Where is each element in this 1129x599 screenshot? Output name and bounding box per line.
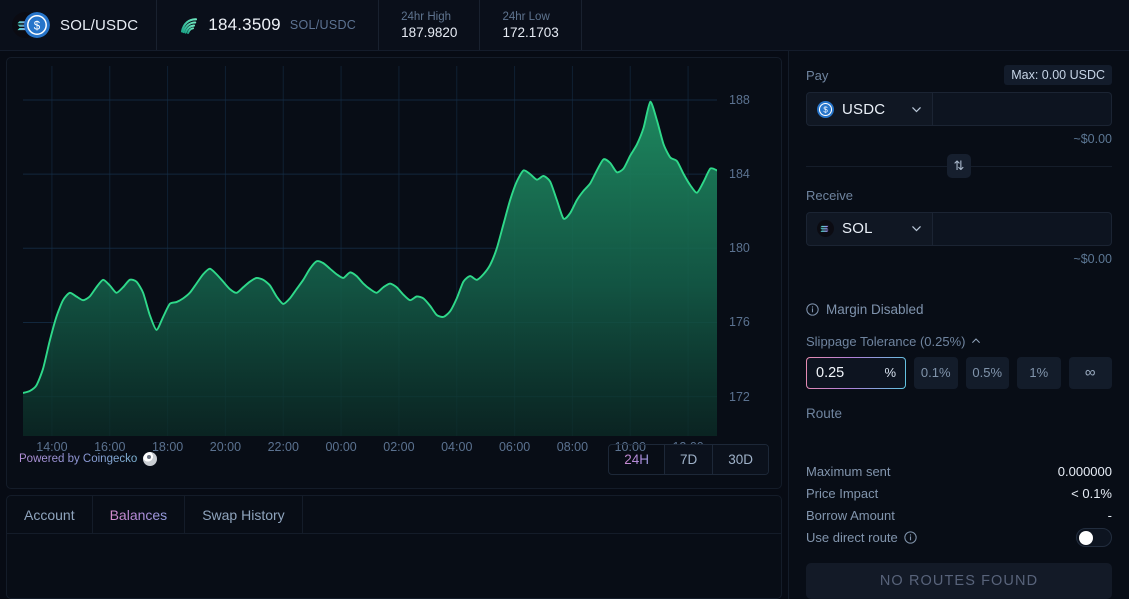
slippage-header[interactable]: Slippage Tolerance (0.25%) bbox=[806, 334, 1112, 349]
swap-direction-divider: ⇅ bbox=[806, 152, 1112, 181]
slippage-label: Slippage Tolerance (0.25%) bbox=[806, 333, 966, 349]
bottom-tab-content bbox=[7, 534, 781, 598]
summary-key: Maximum sent bbox=[806, 464, 891, 480]
swap-panel: Pay Max: 0.00 USDC $ USDC ~$0.00 ⇅ Recei… bbox=[788, 51, 1129, 599]
max-balance-badge[interactable]: Max: 0.00 USDC bbox=[1004, 65, 1112, 86]
direct-route-toggle[interactable] bbox=[1076, 528, 1112, 548]
tab-balances[interactable]: Balances bbox=[93, 496, 186, 533]
pair-icon-group: $ bbox=[12, 12, 50, 38]
y-tick-label: 176 bbox=[729, 315, 750, 330]
summary-value: 0.000000 bbox=[1057, 464, 1112, 480]
route-label: Route bbox=[806, 405, 843, 421]
stat-24hr-high: 24hr High 187.9820 bbox=[379, 0, 481, 50]
summary-value: < 0.1% bbox=[1071, 486, 1112, 502]
receive-usd-estimate: ~$0.00 bbox=[1073, 251, 1112, 266]
powered-by-label: Powered by Coingecko bbox=[19, 453, 138, 465]
y-tick-label: 180 bbox=[729, 241, 750, 256]
swap-submit-button[interactable]: NO ROUTES FOUND bbox=[806, 562, 1112, 599]
pay-field-header: Pay Max: 0.00 USDC bbox=[806, 65, 1112, 86]
stat-24hr-low: 24hr Low 172.1703 bbox=[480, 0, 582, 50]
svg-text:$: $ bbox=[34, 21, 41, 33]
summary-row-maximum-sent: Maximum sent 0.000000 bbox=[806, 461, 1112, 483]
app-root: $ SOL/USDC 184.3509 SOL/USDC 24hr High 1… bbox=[0, 0, 1129, 599]
stat-value: 172.1703 bbox=[502, 24, 559, 40]
receive-label: Receive bbox=[806, 187, 853, 203]
pay-usd-estimate: ~$0.00 bbox=[1073, 132, 1112, 147]
summary-row-borrow-amount: Borrow Amount - bbox=[806, 505, 1112, 527]
pay-amount-input[interactable] bbox=[933, 91, 1112, 127]
chevron-down-icon bbox=[912, 226, 921, 232]
chart-range-group: 24H 7D 30D bbox=[608, 443, 769, 475]
pay-token-selector[interactable]: $ USDC bbox=[806, 91, 933, 127]
pay-label: Pay bbox=[806, 67, 829, 83]
y-tick-label: 188 bbox=[729, 92, 750, 107]
price-chart-card: 188 184 180 176 172 14:00 16:00 18:00 20:00 22:0… bbox=[6, 57, 782, 489]
margin-status-row: Margin Disabled bbox=[806, 302, 1112, 317]
y-axis-labels: 188 184 180 176 172 bbox=[729, 66, 789, 436]
summary-key: Price Impact bbox=[806, 486, 879, 502]
left-column: 188 184 180 176 172 14:00 16:00 18:00 20:00 22:0… bbox=[0, 51, 788, 599]
stat-value: 187.9820 bbox=[401, 24, 458, 40]
receive-field-header: Receive bbox=[806, 185, 1112, 206]
slippage-option-1[interactable]: 0.5% bbox=[965, 356, 1009, 389]
receive-token-symbol: SOL bbox=[842, 220, 873, 238]
slippage-custom-input[interactable]: 0.25 % bbox=[806, 356, 906, 389]
market-pair-selector[interactable]: $ SOL/USDC bbox=[0, 0, 158, 50]
powered-by-coingecko: Powered by Coingecko bbox=[19, 452, 158, 466]
y-tick-label: 184 bbox=[729, 167, 750, 182]
chart-footer: Powered by Coingecko 24H 7D 30D bbox=[7, 442, 781, 488]
price-value: 184.3509 bbox=[208, 15, 281, 34]
receive-row: SOL bbox=[806, 211, 1112, 246]
usdc-token-icon: $ bbox=[817, 100, 834, 118]
sol-token-icon bbox=[817, 220, 834, 238]
app-header: $ SOL/USDC 184.3509 SOL/USDC 24hr High 1… bbox=[0, 0, 1129, 51]
direct-route-label-group: Use direct route bbox=[806, 530, 917, 545]
price-area-chart bbox=[23, 66, 717, 436]
chart-range-30d[interactable]: 30D bbox=[713, 444, 768, 474]
receive-amount-input[interactable] bbox=[933, 211, 1112, 246]
pair-label: SOL/USDC bbox=[60, 16, 139, 34]
bottom-panel: Account Balances Swap History bbox=[6, 495, 782, 599]
toggle-knob bbox=[1079, 531, 1093, 546]
jupiter-globe-icon bbox=[181, 18, 198, 34]
usdc-token-icon: $ bbox=[24, 12, 50, 38]
summary-value: - bbox=[1107, 508, 1112, 524]
tab-swap-history[interactable]: Swap History bbox=[185, 496, 303, 533]
slippage-value: 0.25 bbox=[816, 364, 845, 381]
pay-token-symbol: USDC bbox=[842, 100, 886, 118]
info-icon[interactable] bbox=[904, 531, 917, 545]
pay-row: $ USDC bbox=[806, 91, 1112, 127]
y-tick-label: 172 bbox=[729, 389, 750, 404]
info-icon[interactable] bbox=[806, 303, 819, 316]
chart-plot-area[interactable]: 188 184 180 176 172 14:00 16:00 18:00 20:00 22:0… bbox=[7, 58, 781, 454]
bottom-tab-bar: Account Balances Swap History bbox=[7, 496, 781, 534]
summary-row-direct-route: Use direct route bbox=[806, 527, 1112, 549]
chevron-down-icon bbox=[912, 106, 921, 112]
slippage-unit: % bbox=[884, 365, 896, 381]
app-body: 188 184 180 176 172 14:00 16:00 18:00 20:00 22:0… bbox=[0, 51, 1129, 599]
receive-token-selector[interactable]: SOL bbox=[806, 211, 933, 246]
swap-summary: Maximum sent 0.000000 Price Impact < 0.1… bbox=[806, 461, 1112, 549]
swap-direction-button[interactable]: ⇅ bbox=[947, 154, 971, 179]
coingecko-logo-icon bbox=[143, 452, 158, 466]
chevron-up-icon bbox=[972, 338, 981, 344]
chart-range-7d[interactable]: 7D bbox=[664, 444, 714, 474]
summary-row-price-impact: Price Impact < 0.1% bbox=[806, 483, 1112, 505]
chart-range-24h[interactable]: 24H bbox=[609, 444, 665, 474]
slippage-option-2[interactable]: 1% bbox=[1017, 356, 1061, 389]
margin-status-label: Margin Disabled bbox=[826, 301, 924, 317]
direct-route-label: Use direct route bbox=[806, 530, 898, 546]
slippage-option-0[interactable]: 0.1% bbox=[914, 356, 958, 389]
tab-account[interactable]: Account bbox=[7, 496, 93, 533]
slippage-options-row: 0.25 % 0.1% 0.5% 1% ∞ bbox=[806, 356, 1112, 389]
price-pair-label: SOL/USDC bbox=[289, 18, 357, 32]
stat-label: 24hr High bbox=[401, 10, 451, 23]
svg-text:$: $ bbox=[823, 105, 828, 114]
summary-key: Borrow Amount bbox=[806, 508, 895, 524]
stat-label: 24hr Low bbox=[502, 10, 550, 23]
slippage-option-unlimited[interactable]: ∞ bbox=[1068, 356, 1112, 389]
price-ticker: 184.3509 SOL/USDC bbox=[157, 0, 380, 50]
